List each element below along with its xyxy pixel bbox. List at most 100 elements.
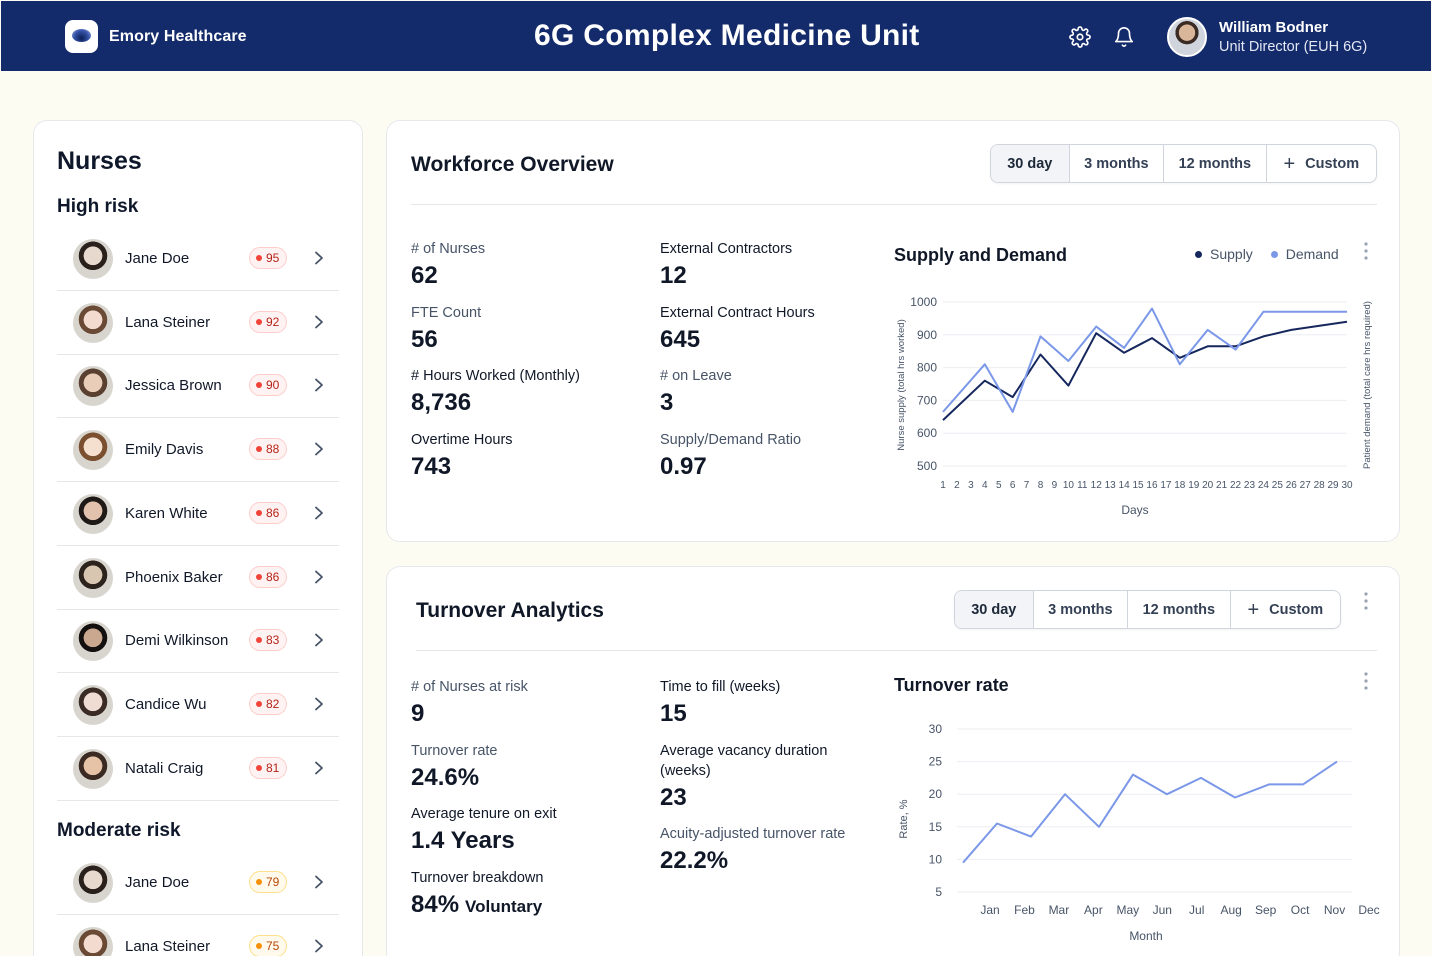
x-tick-label: 29 <box>1328 480 1340 491</box>
x-tick-label: 10 <box>1063 480 1075 491</box>
risk-score-badge: 95 <box>249 247 288 269</box>
legend-demand: Demand <box>1285 246 1339 262</box>
list-item[interactable]: Jane Doe 79 <box>57 851 339 915</box>
bell-icon[interactable] <box>1113 26 1135 48</box>
avatar <box>73 430 113 471</box>
x-tick-label: Mar <box>1049 903 1070 917</box>
list-item[interactable]: Emily Davis 88 <box>57 418 339 483</box>
x-tick-label: 24 <box>1258 480 1270 491</box>
workforce-range-selector: 30 day 3 months 12 months + Custom <box>990 144 1377 183</box>
status-dot-icon <box>256 879 262 885</box>
list-item[interactable]: Lana Steiner 92 <box>57 291 339 355</box>
risk-score-badge: 82 <box>249 692 288 715</box>
metric-label: # on Leave <box>660 368 732 385</box>
metric-value: 3 <box>660 389 673 417</box>
more-options-icon[interactable] <box>1364 672 1368 690</box>
metric-number: 9 <box>411 700 425 727</box>
avatar <box>73 863 113 903</box>
tab-3-months[interactable]: 3 months <box>1034 591 1129 628</box>
list-item[interactable]: Natali Craig 81 <box>57 737 339 801</box>
divider <box>411 204 1377 205</box>
nurses-title: Nurses <box>57 147 142 175</box>
tab-12-months[interactable]: 12 months <box>1128 591 1231 628</box>
metric-value: 0.97 <box>660 453 707 481</box>
metric-label: Overtime Hours <box>411 432 513 449</box>
more-options-icon[interactable] <box>1364 242 1368 260</box>
chevron-right-icon[interactable] <box>313 315 325 329</box>
list-item[interactable]: Candice Wu 82 <box>57 673 339 737</box>
metric-number: 743 <box>411 453 452 481</box>
user-avatar[interactable] <box>1167 17 1207 57</box>
chevron-right-icon[interactable] <box>313 633 325 647</box>
x-tick-label: 15 <box>1132 480 1144 491</box>
status-dot-icon <box>256 509 262 516</box>
more-options-icon[interactable] <box>1364 592 1368 610</box>
x-tick-label: 19 <box>1188 480 1200 491</box>
series-line-supply <box>942 320 1348 421</box>
tab-30-day[interactable]: 30 day <box>991 145 1070 182</box>
status-dot-icon <box>256 318 262 325</box>
risk-score-badge: 92 <box>249 310 288 333</box>
risk-score-badge: 86 <box>249 501 288 524</box>
nurse-name: Jane Doe <box>125 250 190 267</box>
x-tick-label: Jun <box>1153 903 1172 917</box>
avatar <box>73 366 113 407</box>
chevron-right-icon[interactable] <box>313 761 325 775</box>
metric-value: 62 <box>411 262 438 290</box>
turnover-title: Turnover Analytics <box>416 599 604 622</box>
x-tick-label: 16 <box>1146 480 1158 491</box>
x-tick-label: 23 <box>1244 480 1256 491</box>
metric-label: # Hours Worked (Monthly) <box>411 368 580 385</box>
brand-logo[interactable] <box>65 20 98 53</box>
avatar <box>73 239 113 279</box>
tab-custom-label: Custom <box>1269 601 1324 618</box>
chevron-right-icon[interactable] <box>313 506 325 520</box>
y-tick-label: 20 <box>929 787 943 801</box>
metric-number: 8,736 <box>411 389 472 417</box>
risk-score: 75 <box>266 938 280 953</box>
list-item[interactable]: Lana Steiner 75 <box>57 915 339 956</box>
x-tick-label: 18 <box>1174 480 1186 491</box>
avatar <box>73 621 113 662</box>
gear-icon[interactable] <box>1069 26 1091 48</box>
status-dot-icon <box>256 637 262 644</box>
risk-score: 92 <box>266 314 280 329</box>
nurse-name: Karen White <box>125 504 208 522</box>
list-item[interactable]: Jessica Brown 90 <box>57 354 339 419</box>
x-tick-label: 25 <box>1272 480 1284 491</box>
list-item[interactable]: Jane Doe 95 <box>57 227 339 291</box>
y-tick-label: 600 <box>917 426 937 440</box>
chevron-right-icon[interactable] <box>313 875 325 889</box>
list-item[interactable]: Karen White 86 <box>57 482 339 546</box>
tab-custom[interactable]: + Custom <box>1267 145 1376 182</box>
nurse-name: Emily Davis <box>125 441 204 459</box>
supply-demand-title: Supply and Demand <box>894 245 1068 265</box>
status-dot-icon <box>256 255 262 261</box>
legend-supply: Supply <box>1210 246 1253 262</box>
tab-30-day[interactable]: 30 day <box>955 591 1034 628</box>
list-item[interactable]: Demi Wilkinson 83 <box>57 609 339 674</box>
x-axis-label: Month <box>1129 929 1162 943</box>
x-tick-label: Nov <box>1324 903 1345 917</box>
nurse-name: Phoenix Baker <box>125 568 223 586</box>
chevron-right-icon[interactable] <box>313 697 325 711</box>
status-dot-icon <box>256 573 262 580</box>
x-tick-label: 11 <box>1077 480 1088 491</box>
tab-custom[interactable]: + Custom <box>1231 591 1340 628</box>
tab-3-months[interactable]: 3 months <box>1070 145 1165 182</box>
y-tick-label: 5 <box>935 885 942 899</box>
metric-number: 1.4 Years <box>411 827 515 855</box>
chevron-right-icon[interactable] <box>313 251 325 265</box>
metric-value: 9 <box>411 700 424 728</box>
metric-label: # of Nurses at risk <box>411 679 528 695</box>
chevron-right-icon[interactable] <box>313 570 325 584</box>
chevron-right-icon[interactable] <box>313 378 325 392</box>
y-axis-label: Nurse supply (total hrs worked) <box>896 319 907 450</box>
list-item[interactable]: Phoenix Baker 86 <box>57 546 339 610</box>
chevron-right-icon[interactable] <box>313 442 325 456</box>
x-tick-label: 26 <box>1286 480 1298 491</box>
tab-12-months[interactable]: 12 months <box>1164 145 1267 182</box>
chevron-right-icon[interactable] <box>313 939 325 953</box>
avatar <box>73 302 113 343</box>
metric-label: # of Nurses <box>411 241 486 257</box>
